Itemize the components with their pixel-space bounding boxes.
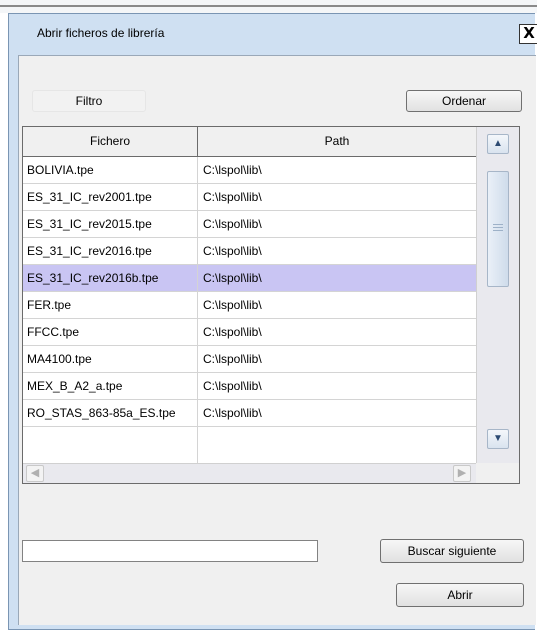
column-header-file[interactable]: Fichero	[23, 127, 198, 156]
file-cell: MEX_B_A2_a.tpe	[27, 379, 123, 393]
path-cell: C:\lspol\lib\	[203, 298, 262, 312]
path-cell: C:\lspol\lib\	[203, 217, 262, 231]
path-cell: C:\lspol\lib\	[203, 379, 262, 393]
table-row[interactable]: RO_STAS_863-85a_ES.tpe C:\lspol\lib\	[23, 400, 476, 427]
table-row[interactable]: ES_31_IC_rev2016.tpe C:\lspol\lib\	[23, 238, 476, 265]
table-row[interactable]: ES_31_IC_rev2015.tpe C:\lspol\lib\	[23, 211, 476, 238]
top-strip	[0, 0, 537, 13]
path-cell: C:\lspol\lib\	[203, 325, 262, 339]
top-strip-line	[0, 5, 537, 7]
close-button[interactable]: X	[519, 24, 537, 44]
file-cell: FER.tpe	[27, 298, 72, 312]
sort-button[interactable]: Ordenar	[406, 90, 522, 112]
scroll-down-arrow-icon[interactable]: ▼	[487, 429, 509, 449]
column-divider	[197, 157, 198, 463]
scroll-left-arrow-icon[interactable]: ◀	[26, 465, 44, 482]
find-next-button[interactable]: Buscar siguiente	[380, 539, 524, 563]
horizontal-scrollbar[interactable]: ◀ ▶	[23, 463, 476, 483]
file-cell: ES_31_IC_rev2001.tpe	[27, 190, 152, 204]
path-cell: C:\lspol\lib\	[203, 163, 262, 177]
thumb-grip	[493, 227, 503, 228]
path-cell: C:\lspol\lib\	[203, 271, 262, 285]
dialog-title: Abrir ficheros de librería	[37, 26, 165, 40]
scroll-right-arrow-icon[interactable]: ▶	[453, 465, 471, 482]
path-cell: C:\lspol\lib\	[203, 190, 262, 204]
table-body: BOLIVIA.tpe C:\lspol\lib\ ES_31_IC_rev20…	[23, 157, 476, 463]
file-cell: ES_31_IC_rev2016.tpe	[27, 244, 152, 258]
file-cell: ES_31_IC_rev2015.tpe	[27, 217, 152, 231]
file-cell: MA4100.tpe	[27, 352, 92, 366]
vertical-scroll-thumb[interactable]	[487, 171, 509, 287]
vertical-scrollbar[interactable]: ▲ ▼	[476, 127, 519, 463]
table-row[interactable]: FER.tpe C:\lspol\lib\	[23, 292, 476, 319]
filter-button[interactable]: Filtro	[32, 90, 146, 112]
thumb-grip	[493, 230, 503, 231]
table-row[interactable]: BOLIVIA.tpe C:\lspol\lib\	[23, 157, 476, 184]
table-row[interactable]: ES_31_IC_rev2001.tpe C:\lspol\lib\	[23, 184, 476, 211]
thumb-grip	[493, 224, 503, 225]
file-cell: FFCC.tpe	[27, 325, 80, 339]
files-table: Fichero Path BOLIVIA.tpe C:\lspol\lib\ E…	[22, 126, 520, 484]
table-row[interactable]: FFCC.tpe C:\lspol\lib\	[23, 319, 476, 346]
table-row-selected[interactable]: ES_31_IC_rev2016b.tpe C:\lspol\lib\	[23, 265, 476, 292]
path-cell: C:\lspol\lib\	[203, 244, 262, 258]
file-cell: BOLIVIA.tpe	[27, 163, 94, 177]
file-cell: RO_STAS_863-85a_ES.tpe	[27, 406, 176, 420]
scroll-up-arrow-icon[interactable]: ▲	[487, 134, 509, 154]
file-cell: ES_31_IC_rev2016b.tpe	[27, 271, 159, 285]
path-cell: C:\lspol\lib\	[203, 352, 262, 366]
title-bar: Abrir ficheros de librería	[9, 14, 535, 52]
table-row[interactable]: MEX_B_A2_a.tpe C:\lspol\lib\	[23, 373, 476, 400]
scrollbar-corner	[476, 463, 519, 483]
table-row[interactable]: MA4100.tpe C:\lspol\lib\	[23, 346, 476, 373]
open-button[interactable]: Abrir	[396, 583, 524, 607]
path-cell: C:\lspol\lib\	[203, 406, 262, 420]
search-input[interactable]	[22, 540, 318, 562]
table-header: Fichero Path	[23, 127, 476, 157]
column-header-path[interactable]: Path	[198, 127, 476, 156]
